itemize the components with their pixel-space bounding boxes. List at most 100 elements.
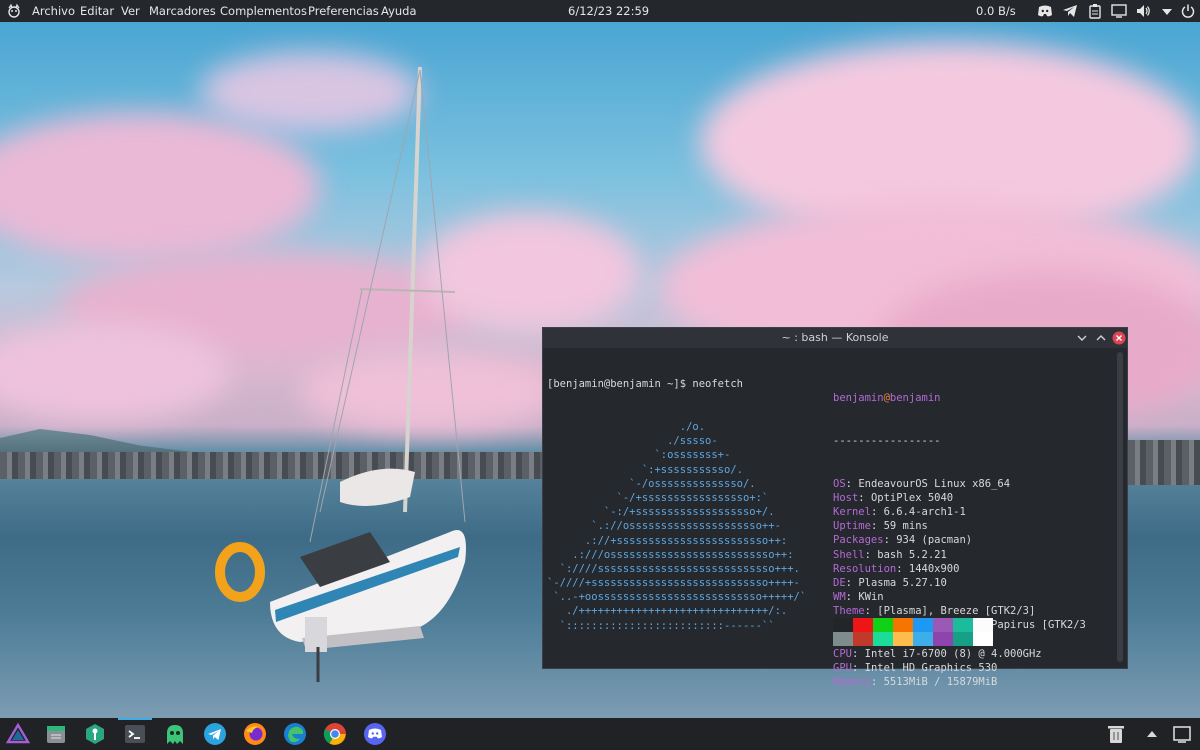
info-value: [Plasma], Breeze [GTK2/3] (877, 605, 1036, 618)
ghost-app-icon[interactable] (163, 722, 187, 746)
clock[interactable]: 6/12/23 22:59 (568, 4, 649, 18)
terminal-icon[interactable] (123, 722, 147, 746)
network-speed[interactable]: 0.0 B/s (976, 4, 1016, 18)
info-row: CPU: Intel i7-6700 (8) @ 4.000GHz (833, 647, 1086, 661)
info-value: KWin (858, 591, 884, 604)
file-manager-icon[interactable] (44, 722, 68, 746)
info-row: Packages: 934 (pacman) (833, 533, 1086, 547)
close-icon[interactable] (1112, 331, 1126, 345)
clipboard-icon[interactable] (1087, 3, 1103, 19)
info-key: Shell (833, 548, 865, 561)
ascii-art-line: .:///ossssssssssssssssssssssssso++: (547, 548, 794, 561)
menu-ayuda[interactable]: Ayuda (381, 4, 417, 18)
info-value: Intel HD Graphics 530 (864, 662, 998, 675)
ascii-art-line: `:osssssss+- (547, 449, 731, 462)
info-key: Host (833, 491, 859, 504)
window-titlebar[interactable]: ~ : bash — Konsole (543, 328, 1127, 348)
color-swatch (953, 618, 973, 632)
menu-complementos[interactable]: Complementos (220, 4, 307, 18)
ascii-art-line: `-/+sssssssssssssssso+:` (547, 491, 769, 504)
telegram-icon[interactable] (1062, 3, 1078, 19)
info-key: Uptime (833, 520, 871, 533)
show-desktop-icon[interactable] (1170, 722, 1194, 746)
info-row: Kernel: 6.6.4-arch1-1 (833, 505, 1086, 519)
ascii-art-line: `-////+ssssssssssssssssssssssssssso++++- (547, 577, 800, 590)
konsole-window[interactable]: ~ : bash — Konsole [benjamin@benjamin ~]… (542, 327, 1128, 688)
info-colon: : (864, 548, 878, 561)
color-swatch (913, 632, 933, 646)
active-task-indicator (118, 718, 152, 720)
info-colon: : (870, 505, 884, 518)
terminal-scrollbar[interactable] (1117, 352, 1123, 662)
maximize-icon[interactable] (1094, 331, 1108, 345)
app-launcher-icon[interactable] (6, 722, 30, 746)
info-key: OS (833, 477, 846, 490)
info-colon: : (858, 491, 871, 504)
terminal-output[interactable]: [benjamin@benjamin ~]$ neofetch ./o. ./s… (547, 349, 806, 661)
volume-icon[interactable] (1135, 3, 1151, 19)
menu-marcadores[interactable]: Marcadores (149, 4, 216, 18)
info-key: DE (833, 576, 846, 589)
info-colon: : (896, 562, 909, 575)
discord-icon[interactable] (363, 722, 387, 746)
chrome-icon[interactable] (323, 722, 347, 746)
info-row: DE: Plasma 5.27.10 (833, 576, 1086, 590)
color-swatch (853, 632, 873, 646)
color-swatch (973, 618, 993, 632)
info-value: OptiPlex 5040 (870, 491, 954, 504)
info-key: Resolution (833, 562, 897, 575)
info-row: GPU: Intel HD Graphics 530 (833, 661, 1086, 675)
info-colon: : (851, 647, 865, 660)
ascii-art-line: ./++++++++++++++++++++++++++++++/:. (547, 605, 788, 618)
window-title: ~ : bash — Konsole (781, 331, 889, 344)
info-row: Uptime: 59 mins (833, 519, 1086, 533)
info-key: Theme (833, 605, 865, 618)
menu-editar[interactable]: Editar (80, 4, 114, 18)
info-row: Theme: [Plasma], Breeze [GTK2/3] (833, 604, 1086, 618)
color-swatch (833, 618, 853, 632)
top-panel: Archivo Editar Ver Marcadores Complement… (0, 0, 1200, 22)
user-name: benjamin (833, 392, 884, 405)
ascii-art-line: .://+ssssssssssssssssssssssso++: (547, 534, 788, 547)
info-row: WM: KWin (833, 590, 1086, 604)
info-row: Host: OptiPlex 5040 (833, 491, 1086, 505)
host-name: benjamin (889, 392, 941, 405)
trash-icon[interactable] (1104, 722, 1128, 746)
color-swatch (833, 632, 853, 646)
info-row: Shell: bash 5.2.21 (833, 548, 1086, 562)
breakwater-right (1128, 440, 1200, 485)
show-more-icon[interactable] (1140, 722, 1164, 746)
info-value: 934 (pacman) (896, 534, 973, 547)
color-swatch (893, 618, 913, 632)
menu-archivo[interactable]: Archivo (32, 4, 75, 18)
color-swatch (933, 632, 953, 646)
ascii-art-line: `-/ossssssssssssso/. (547, 477, 756, 490)
color-swatch (853, 618, 873, 632)
info-colon: : (845, 591, 859, 604)
ascii-art-line: ./sssso- (547, 435, 718, 448)
info-value: bash 5.2.21 (877, 548, 947, 561)
discord-icon[interactable] (1037, 3, 1053, 19)
color-swatch (933, 618, 953, 632)
app-menu-icon[interactable] (6, 3, 22, 19)
info-value: 5513MiB / 15879MiB (883, 676, 998, 689)
ascii-art-line: `.://osssssssssssssssssssso++- (547, 520, 781, 533)
neofetch-info: benjamin@benjamin ----------------- OS: … (833, 363, 1086, 718)
git-app-icon[interactable] (83, 722, 107, 746)
edge-icon[interactable] (283, 722, 307, 746)
menu-preferencias[interactable]: Preferencias (308, 4, 379, 18)
minimize-icon[interactable] (1075, 331, 1089, 345)
screen-icon[interactable] (1111, 3, 1127, 19)
taskbar (0, 718, 1200, 750)
color-swatch (973, 632, 993, 646)
power-icon[interactable] (1180, 3, 1196, 19)
info-key: Memory (833, 676, 871, 689)
info-row: Memory: 5513MiB / 15879MiB (833, 675, 1086, 689)
menu-ver[interactable]: Ver (121, 4, 140, 18)
telegram-icon[interactable] (203, 722, 227, 746)
color-swatch (873, 618, 893, 632)
color-swatch (953, 632, 973, 646)
firefox-icon[interactable] (243, 722, 267, 746)
user-host: benjamin@benjamin (833, 391, 1086, 405)
tray-expand-icon[interactable] (1159, 3, 1175, 19)
